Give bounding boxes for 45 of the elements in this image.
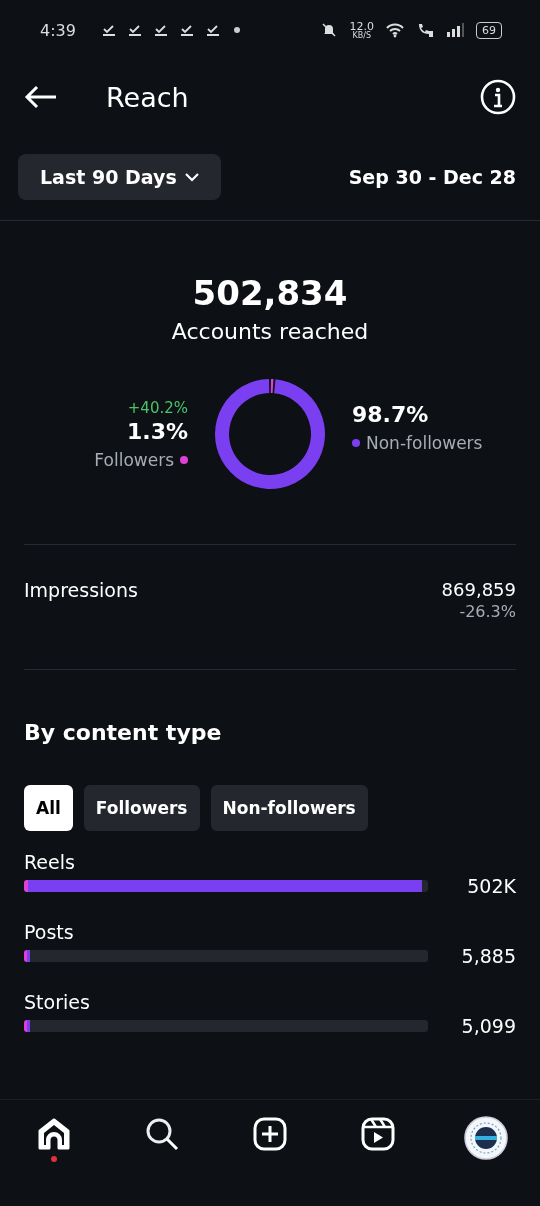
dot-icon — [233, 27, 240, 33]
content-type-value: 5,099 — [460, 1015, 516, 1037]
checkmark-icon — [153, 24, 168, 36]
filter-chip[interactable]: Non-followers — [210, 785, 368, 831]
content-type-label: Stories — [24, 991, 91, 1013]
reels-icon[interactable] — [360, 1116, 396, 1152]
home-icon[interactable] — [36, 1116, 72, 1152]
search-icon[interactable] — [144, 1116, 180, 1152]
chevron-down-icon — [184, 172, 199, 182]
signal-icon — [446, 22, 464, 38]
muted-bell-icon — [319, 22, 338, 38]
non-followers-share: 98.7% — [352, 401, 429, 427]
followers-share: 1.3% — [127, 418, 188, 444]
checkmark-icon — [127, 24, 142, 36]
period-dropdown[interactable]: Last 90 Days — [18, 154, 221, 200]
checkmark-icon — [205, 24, 220, 36]
content-type-label: Reels — [24, 851, 76, 873]
impressions-label: Impressions — [24, 579, 138, 603]
add-icon[interactable] — [252, 1116, 288, 1152]
legend-label: Followers — [94, 449, 174, 470]
info-icon[interactable] — [480, 79, 516, 115]
legend-label: Non-followers — [366, 432, 483, 453]
filter-chip[interactable]: All — [24, 785, 73, 831]
battery-indicator: 69 — [476, 21, 502, 39]
section-title: By content type — [24, 720, 223, 745]
profile-avatar[interactable] — [464, 1116, 508, 1160]
content-type-value: 502K — [466, 875, 516, 897]
accounts-reached-label: Accounts reached — [171, 319, 369, 344]
accounts-reached-count: 502,834 — [192, 273, 348, 313]
wifi-icon — [386, 22, 404, 38]
date-range: Sep 30 - Dec 28 — [348, 166, 516, 188]
page-title: Reach — [106, 81, 189, 113]
impressions-value: 869,859 — [441, 579, 516, 600]
followers-change: +40.2% — [127, 398, 188, 417]
call-icon — [416, 22, 434, 38]
back-arrow-icon[interactable] — [24, 85, 58, 109]
content-type-value: 5,885 — [460, 945, 516, 967]
filter-chip[interactable]: Followers — [83, 785, 200, 831]
network-speed: 12.0 — [349, 20, 374, 32]
impressions-change: -26.3% — [459, 602, 516, 621]
status-time: 4:39 — [40, 20, 76, 40]
speed-unit: KB/S — [352, 31, 371, 40]
checkmark-icon — [179, 24, 194, 36]
content-type-label: Posts — [24, 921, 75, 943]
checkmark-icon — [101, 24, 116, 36]
